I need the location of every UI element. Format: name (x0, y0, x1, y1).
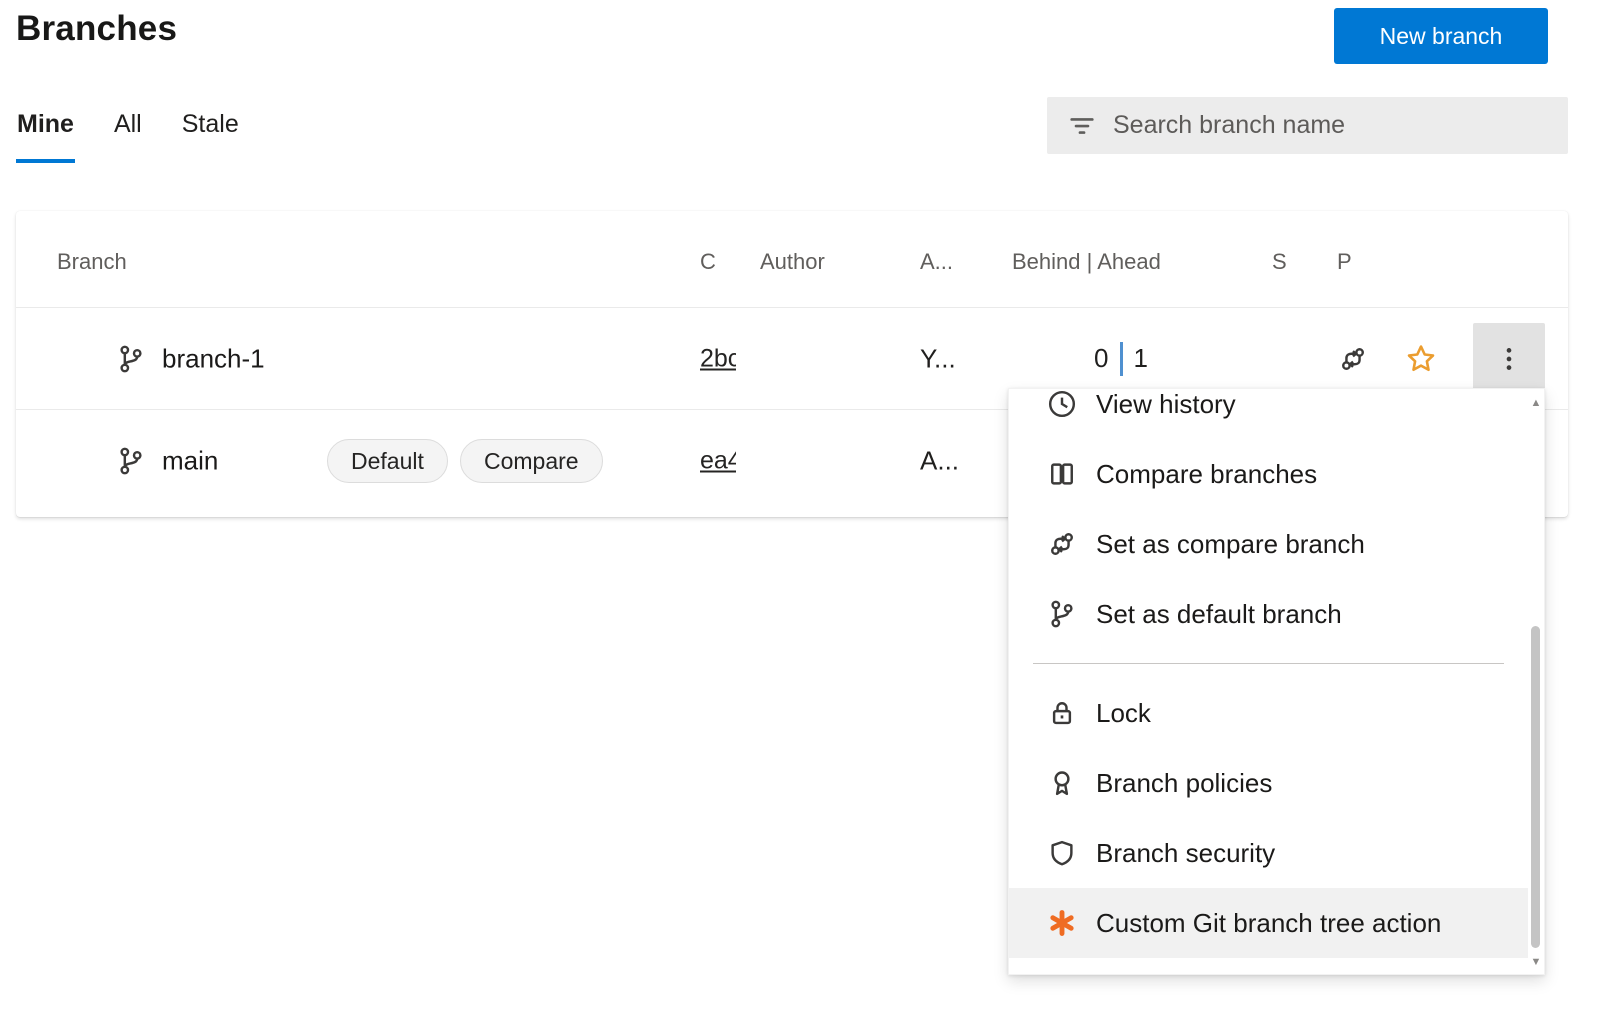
behind-ahead-count: 0 1 (1061, 342, 1181, 376)
shield-icon (1047, 838, 1077, 868)
asterisk-icon (1047, 908, 1077, 938)
menu-item-label: Branch security (1096, 838, 1275, 869)
git-branch-icon (116, 344, 146, 374)
default-badge: Default (327, 439, 448, 483)
set-compare-branch-icon[interactable] (1338, 344, 1368, 374)
tab-bar: Mine All Stale (16, 104, 240, 163)
behind-count: 0 (1094, 343, 1108, 374)
menu-scrollbar[interactable]: ▲ ▼ (1528, 389, 1544, 974)
commit-link[interactable]: ea4 (700, 447, 736, 476)
column-branch[interactable]: Branch (57, 249, 127, 275)
behind-ahead-divider (1120, 342, 1123, 376)
compare-columns-icon (1047, 459, 1077, 489)
menu-item-label: Compare branches (1096, 459, 1317, 490)
compare-badge: Compare (460, 439, 603, 483)
menu-item-view-history[interactable]: View history (1009, 388, 1528, 439)
scroll-up-icon[interactable]: ▲ (1528, 397, 1544, 409)
branch-name: branch-1 (162, 343, 265, 374)
menu-item-lock[interactable]: Lock (1009, 678, 1528, 748)
lock-icon (1047, 698, 1077, 728)
new-branch-button[interactable]: New branch (1334, 8, 1548, 64)
tab-stale[interactable]: Stale (181, 104, 240, 163)
git-branch-icon (1047, 599, 1077, 629)
menu-item-label: Custom Git branch tree action (1096, 908, 1441, 939)
menu-item-branch-policies[interactable]: Branch policies (1009, 748, 1528, 818)
branch-name: main (162, 446, 218, 477)
menu-item-set-default-branch[interactable]: Set as default branch (1009, 579, 1528, 649)
more-options-button[interactable] (1473, 323, 1545, 395)
page-title: Branches (16, 0, 177, 58)
menu-divider (1033, 663, 1504, 664)
commit-link[interactable]: 2bc (700, 344, 736, 373)
column-author[interactable]: Author (760, 249, 825, 275)
branch-search[interactable] (1047, 97, 1568, 154)
menu-item-label: Lock (1096, 698, 1151, 729)
menu-item-label: Set as compare branch (1096, 529, 1365, 560)
git-branch-icon (116, 446, 146, 476)
menu-item-branch-security[interactable]: Branch security (1009, 818, 1528, 888)
git-compare-icon (1047, 529, 1077, 559)
menu-item-set-compare-branch[interactable]: Set as compare branch (1009, 509, 1528, 579)
column-commit[interactable]: C (700, 249, 716, 275)
column-behind-ahead[interactable]: Behind | Ahead (1012, 249, 1161, 275)
menu-item-compare-branches[interactable]: Compare branches (1009, 439, 1528, 509)
search-input[interactable] (1111, 97, 1568, 154)
column-authored[interactable]: A... (920, 249, 953, 275)
scroll-down-icon[interactable]: ▼ (1528, 956, 1544, 968)
table-header: Branch C Author A... Behind | Ahead S P (16, 211, 1568, 308)
policy-ribbon-icon (1047, 768, 1077, 798)
menu-list: View history Compare branches Set as com… (1009, 388, 1528, 958)
column-status[interactable]: S (1272, 249, 1287, 275)
author-name: A... (920, 446, 959, 477)
scrollbar-thumb[interactable] (1531, 626, 1540, 948)
column-pr[interactable]: P (1337, 249, 1352, 275)
clock-icon (1047, 389, 1077, 419)
tab-mine[interactable]: Mine (16, 104, 75, 163)
favorite-star-icon[interactable] (1405, 343, 1437, 375)
menu-item-label: Branch policies (1096, 768, 1272, 799)
filter-icon (1067, 111, 1097, 141)
menu-item-label: Set as default branch (1096, 599, 1342, 630)
author-name: Y... (920, 343, 956, 374)
menu-item-custom-git-action[interactable]: Custom Git branch tree action (1009, 888, 1528, 958)
tab-all[interactable]: All (113, 104, 143, 163)
ahead-count: 1 (1134, 343, 1148, 374)
menu-item-label: View history (1096, 389, 1236, 420)
branch-context-menu: View history Compare branches Set as com… (1008, 388, 1545, 975)
